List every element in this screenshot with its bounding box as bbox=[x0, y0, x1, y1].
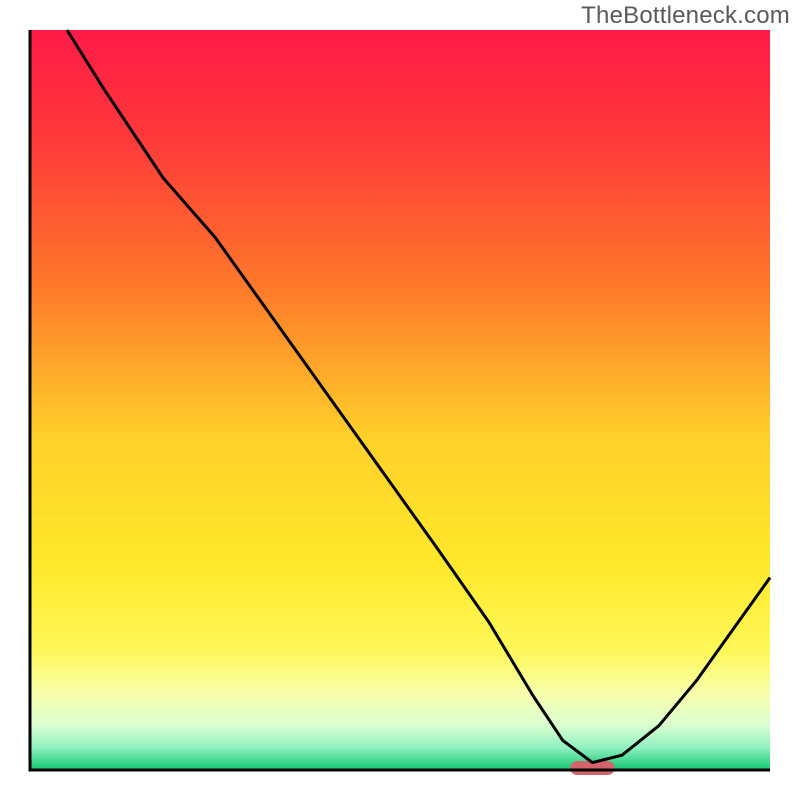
bottleneck-chart bbox=[0, 0, 800, 800]
plot-background bbox=[30, 30, 770, 770]
chart-container: TheBottleneck.com bbox=[0, 0, 800, 800]
